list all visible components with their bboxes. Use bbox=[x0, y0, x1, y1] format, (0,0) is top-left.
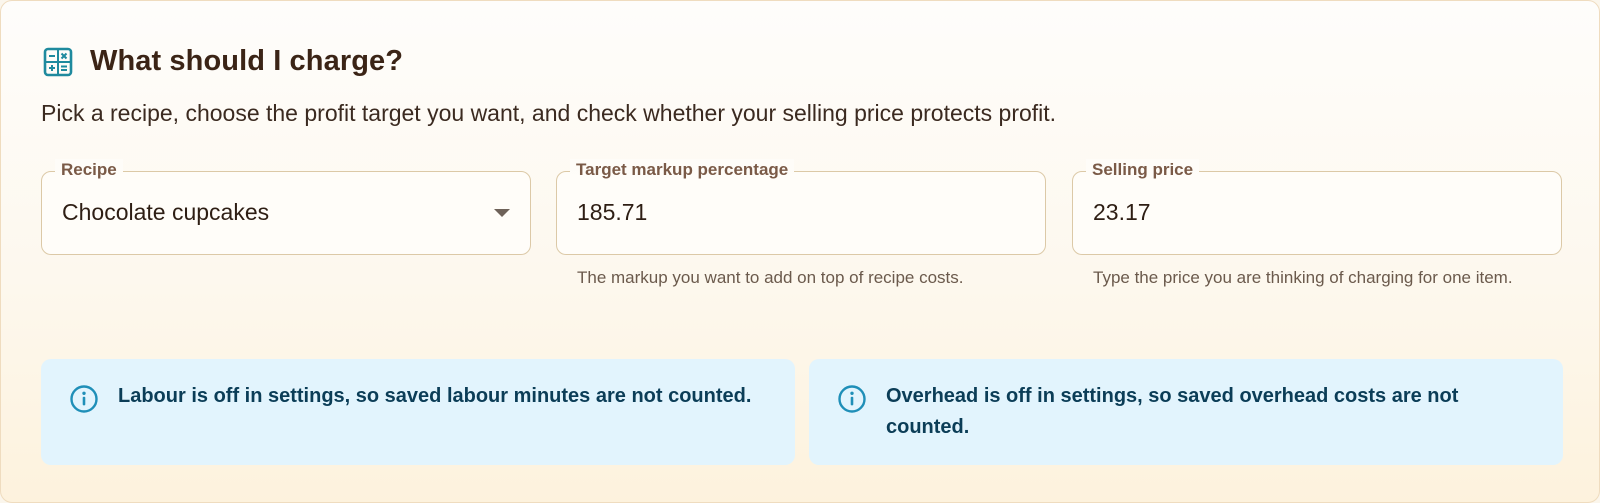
calculator-icon bbox=[43, 47, 73, 76]
pricing-card: What should I charge? Pick a recipe, cho… bbox=[0, 0, 1600, 503]
page-subtitle: Pick a recipe, choose the profit target … bbox=[41, 100, 1057, 126]
recipe-label: Recipe bbox=[55, 159, 123, 181]
chevron-down-icon[interactable] bbox=[494, 209, 510, 217]
price-input[interactable]: 23.17 bbox=[1093, 199, 1151, 226]
markup-input[interactable]: 185.71 bbox=[577, 199, 647, 226]
price-field[interactable]: Selling price 23.17 bbox=[1072, 159, 1562, 255]
recipe-select[interactable]: Recipe Chocolate cupcakes bbox=[41, 159, 531, 255]
markup-label: Target markup percentage bbox=[570, 159, 795, 181]
info-icon bbox=[70, 385, 98, 413]
markup-helper-text: The markup you want to add on top of rec… bbox=[577, 268, 964, 287]
price-helper-text: Type the price you are thinking of charg… bbox=[1093, 268, 1513, 287]
page-title: What should I charge? bbox=[90, 45, 404, 77]
markup-field[interactable]: Target markup percentage 185.71 bbox=[556, 159, 1046, 255]
price-label: Selling price bbox=[1086, 159, 1200, 181]
labour-alert-text: Labour is off in settings, so saved labo… bbox=[118, 385, 752, 407]
card-header: What should I charge? bbox=[43, 45, 403, 78]
overhead-info-alert: Overhead is off in settings, so saved ov… bbox=[809, 359, 1563, 465]
recipe-value[interactable]: Chocolate cupcakes bbox=[62, 199, 269, 226]
info-icon bbox=[838, 385, 866, 413]
labour-info-alert: Labour is off in settings, so saved labo… bbox=[41, 359, 795, 465]
overhead-alert-text: Overhead is off in settings, so saved ov… bbox=[886, 385, 1459, 438]
